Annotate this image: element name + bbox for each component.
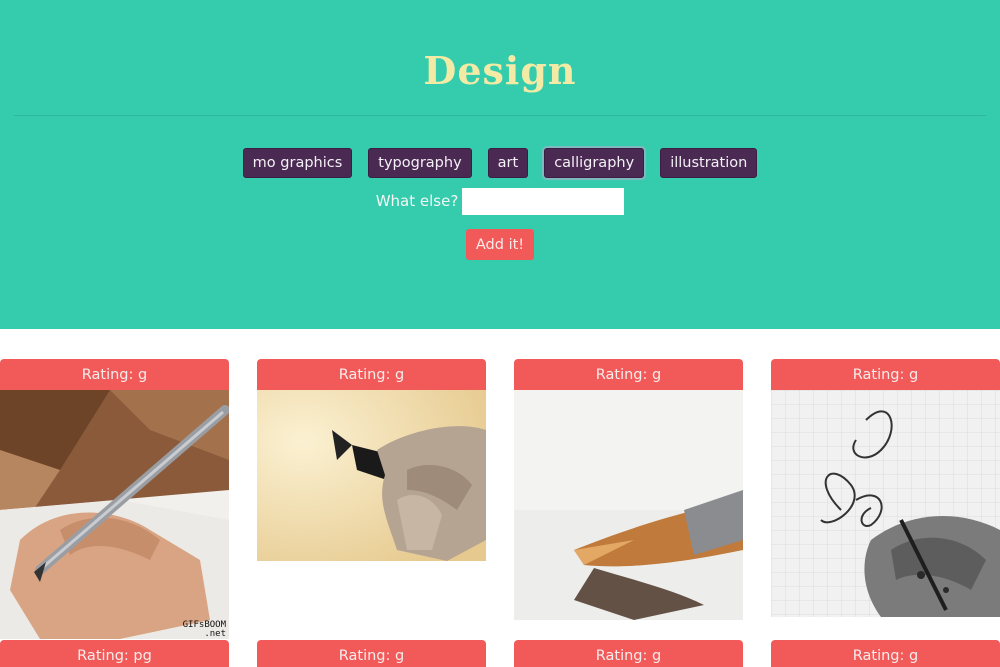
gif-card[interactable]: Rating: g GIFsBOOM .net: [0, 359, 229, 639]
gif-image-nib-ink[interactable]: [257, 390, 486, 561]
gif-card[interactable]: Rating: g: [771, 359, 1000, 617]
header-divider: [14, 115, 986, 116]
rating-label: Rating: g: [0, 359, 229, 390]
rating-label: Rating: g: [514, 359, 743, 390]
tag-button-illustration[interactable]: illustration: [660, 148, 758, 178]
header-banner: Design mo graphics typography art callig…: [0, 0, 1000, 329]
topic-buttons: mo graphics typography art calligraphy i…: [0, 148, 1000, 178]
gif-card[interactable]: Rating: g: [514, 359, 743, 620]
rating-label: Rating: g: [771, 640, 1000, 667]
add-it-button[interactable]: Add it!: [466, 229, 534, 260]
gifsboom-watermark-net: .net: [204, 629, 226, 639]
gif-card[interactable]: Rating: g: [257, 640, 486, 667]
tag-button-mo-graphics[interactable]: mo graphics: [242, 148, 353, 178]
rating-label: Rating: pg: [0, 640, 229, 667]
rating-label: Rating: g: [771, 359, 1000, 390]
gif-card[interactable]: Rating: g: [771, 640, 1000, 667]
gif-image-lettering[interactable]: [771, 390, 1000, 617]
gif-image-dip-nib[interactable]: [514, 390, 743, 620]
rating-label: Rating: g: [257, 640, 486, 667]
page-title: Design: [423, 48, 577, 93]
gif-card[interactable]: Rating: pg: [0, 640, 229, 667]
tag-button-typography[interactable]: typography: [368, 148, 472, 178]
new-topic-input[interactable]: [462, 187, 625, 215]
add-topic-form: What else?: [0, 187, 1000, 215]
what-else-label: What else?: [375, 192, 459, 210]
gif-image-pen-writing[interactable]: GIFsBOOM .net: [0, 390, 229, 639]
gif-card[interactable]: Rating: g: [514, 640, 743, 667]
rating-label: Rating: g: [514, 640, 743, 667]
tag-button-art[interactable]: art: [487, 148, 529, 178]
gif-card[interactable]: Rating: g: [257, 359, 486, 561]
tag-button-calligraphy[interactable]: calligraphy: [544, 148, 645, 178]
rating-label: Rating: g: [257, 359, 486, 390]
